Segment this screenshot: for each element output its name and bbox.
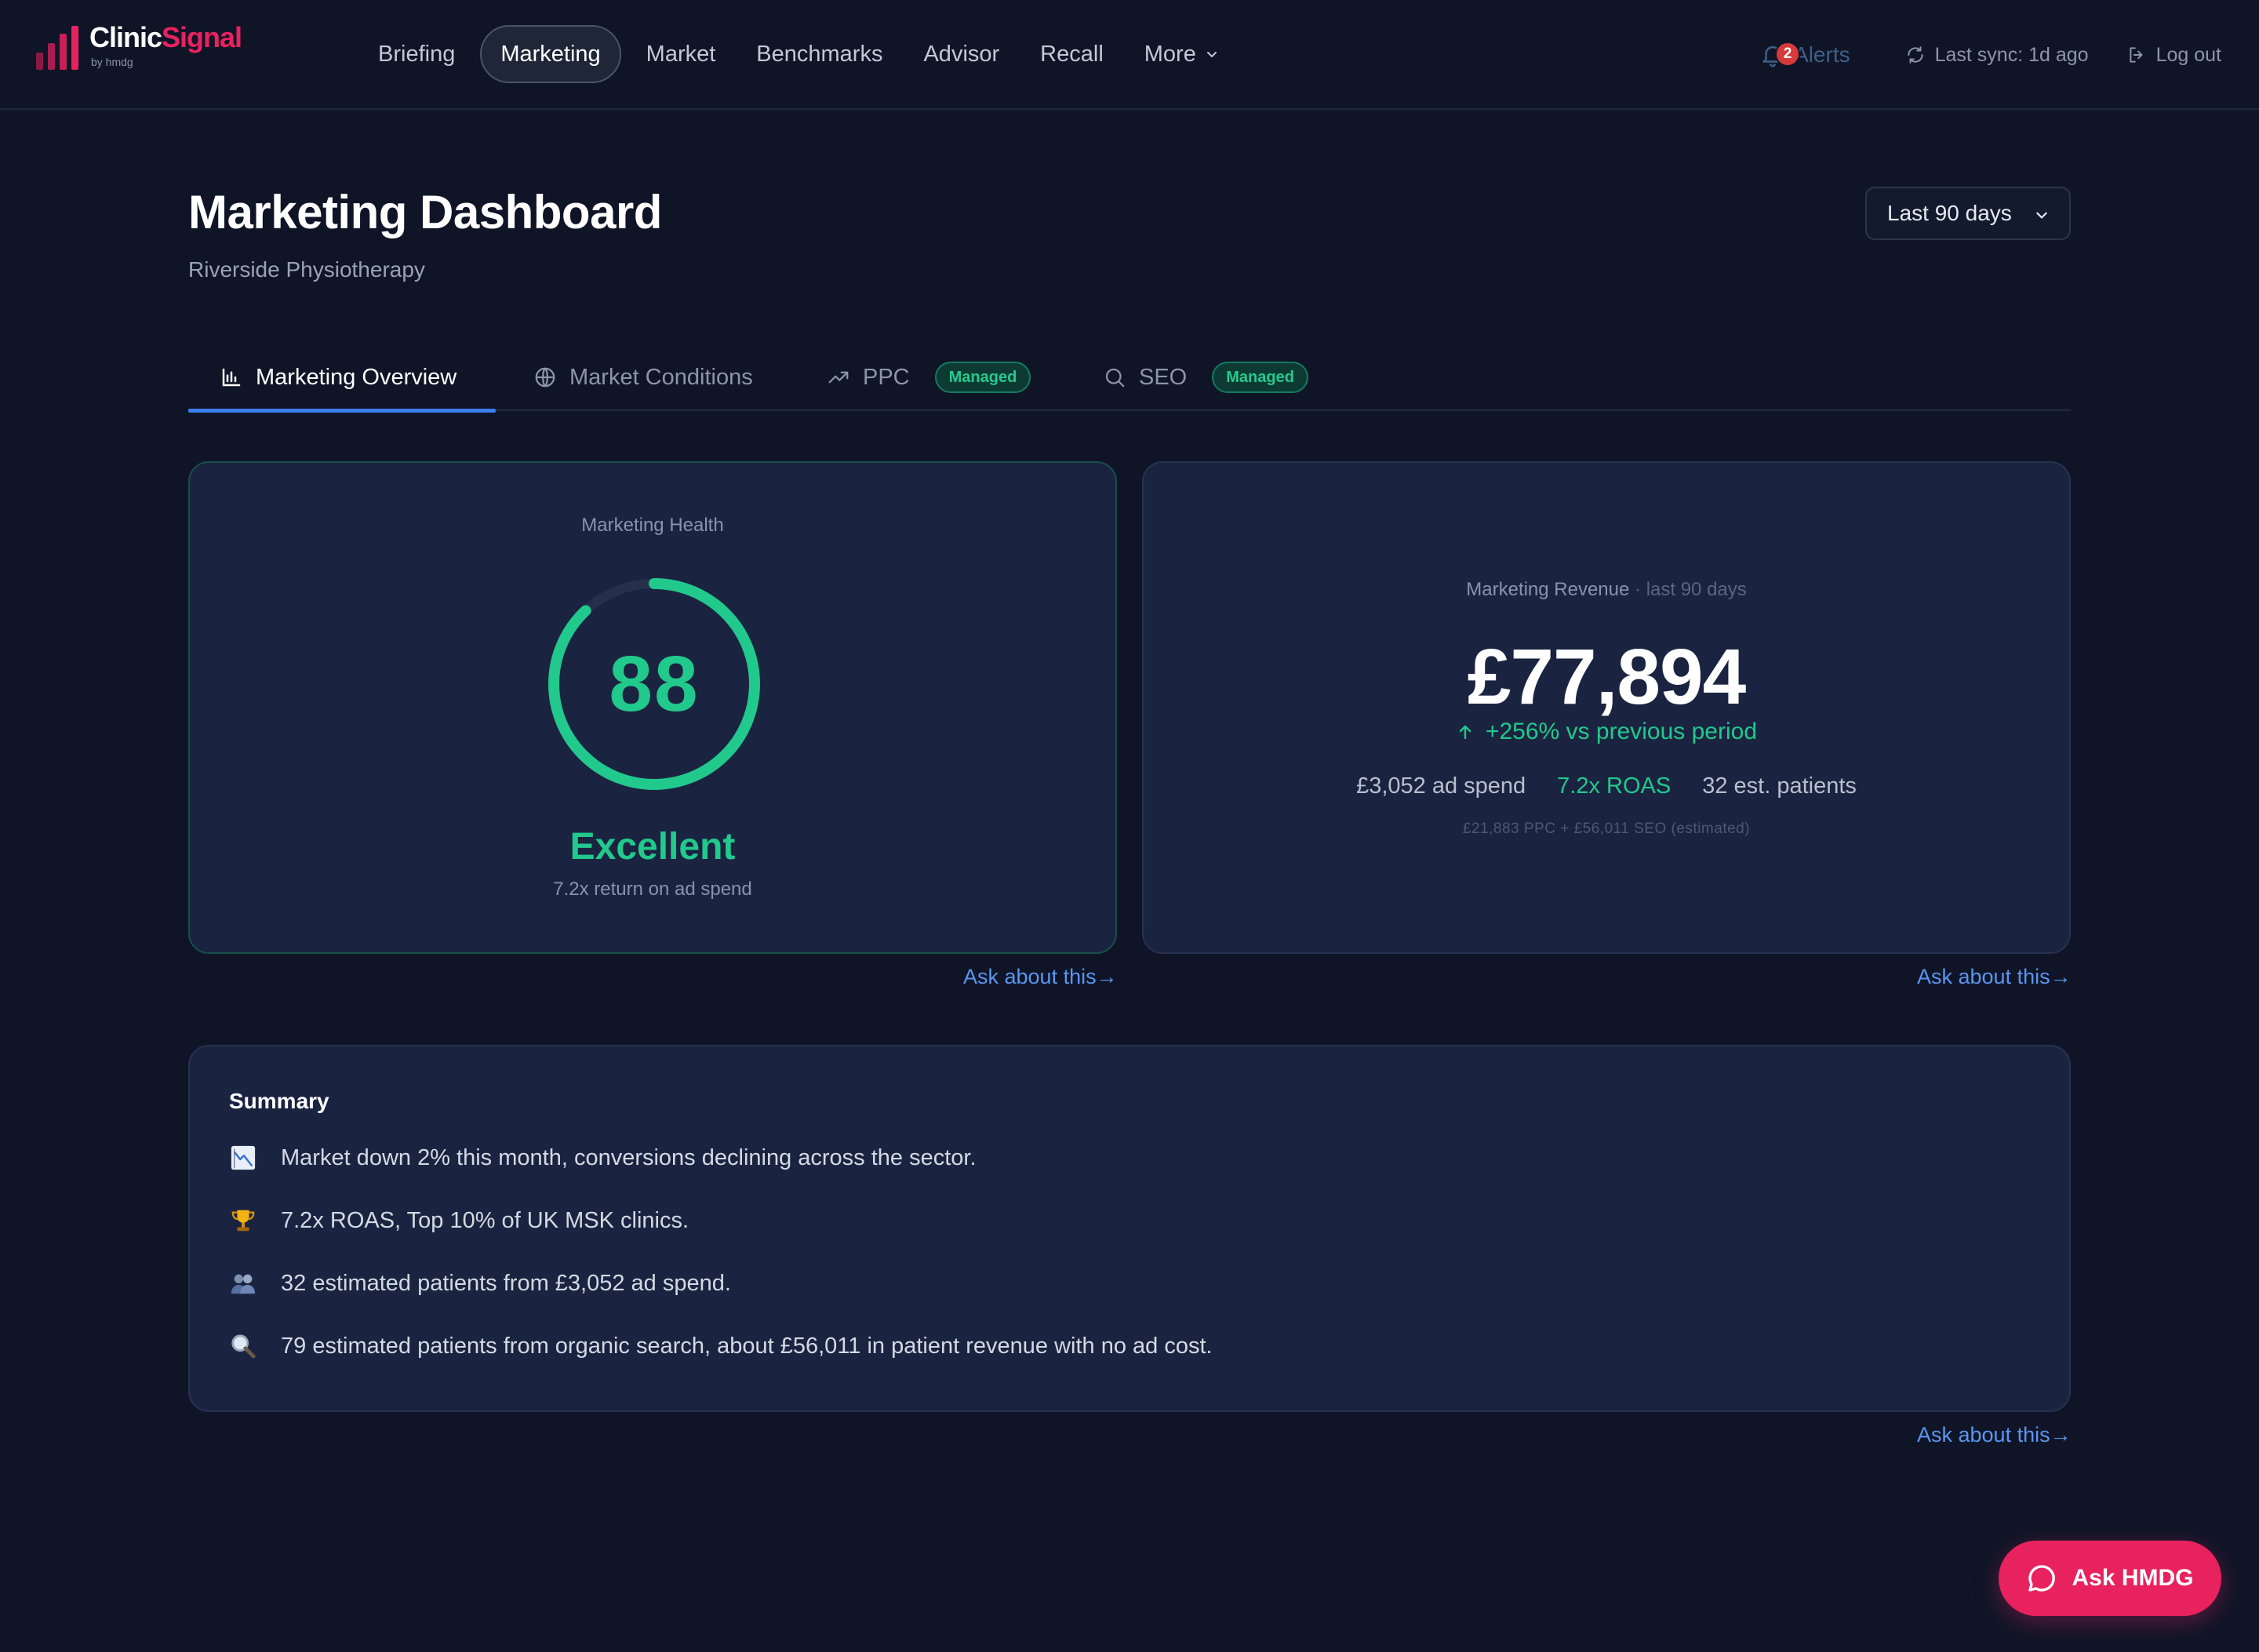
revenue-breakdown: £21,883 PPC + £56,011 SEO (estimated) bbox=[1462, 821, 1751, 837]
revenue-change: +256% vs previous period bbox=[1144, 719, 2069, 745]
chat-bubble-icon bbox=[2028, 1565, 2056, 1592]
search-icon bbox=[1105, 368, 1125, 388]
top-navigation-bar: ClinicSignal by hmdg Briefing Marketing … bbox=[0, 0, 2259, 110]
patients-stat: 32 est. patients bbox=[1702, 773, 1857, 799]
nav-item-briefing[interactable]: Briefing bbox=[358, 25, 475, 83]
summary-card: Summary Market down 2% this month, conve… bbox=[188, 1045, 2071, 1412]
summary-item: 32 estimated patients from £3,052 ad spe… bbox=[229, 1269, 731, 1297]
logout-icon bbox=[2130, 47, 2143, 63]
top-right-actions: 2 Alerts Last sync: 1d ago Log out bbox=[1759, 31, 2221, 78]
logout-label: Log out bbox=[2155, 43, 2221, 66]
ask-hmdg-button[interactable]: Ask HMDG bbox=[1999, 1541, 2221, 1616]
people-icon bbox=[229, 1269, 257, 1297]
marketing-health-card: Marketing Health 88 Excellent 7.2x retur… bbox=[188, 461, 1117, 954]
managed-badge: Managed bbox=[934, 362, 1031, 393]
revenue-label: Marketing Revenue bbox=[1466, 579, 1630, 600]
tab-label: PPC bbox=[863, 364, 910, 390]
tab-market-conditions[interactable]: Market Conditions bbox=[533, 344, 753, 411]
summary-item: 79 estimated patients from organic searc… bbox=[229, 1332, 1213, 1360]
health-label: Marketing Health bbox=[581, 515, 724, 536]
tab-label: Market Conditions bbox=[569, 364, 753, 390]
tab-marketing-overview[interactable]: Marketing Overview bbox=[188, 344, 496, 413]
logo-wordmark: ClinicSignal bbox=[89, 21, 242, 53]
summary-item-text: 7.2x ROAS, Top 10% of UK MSK clinics. bbox=[281, 1207, 689, 1233]
sync-label: Last sync: 1d ago bbox=[1934, 43, 2089, 66]
ask-about-summary-link[interactable]: Ask about this→ bbox=[1917, 1423, 2072, 1447]
ad-spend-stat: £3,052 ad spend bbox=[1356, 773, 1526, 799]
arrow-up-icon bbox=[1459, 725, 1471, 740]
nav-item-advisor[interactable]: Advisor bbox=[903, 25, 1020, 83]
nav-more-label: More bbox=[1144, 42, 1196, 67]
clinic-name: Riverside Physiotherapy bbox=[188, 257, 425, 282]
health-status: Excellent bbox=[569, 826, 736, 868]
trophy-icon bbox=[229, 1206, 257, 1235]
tab-label: SEO bbox=[1139, 364, 1188, 390]
revenue-stats: £3,052 ad spend 7.2x ROAS 32 est. patien… bbox=[1144, 773, 2069, 799]
nav-item-market[interactable]: Market bbox=[626, 25, 737, 83]
logout-button[interactable]: Log out bbox=[2126, 44, 2221, 67]
summary-item-text: Market down 2% this month, conversions d… bbox=[281, 1144, 977, 1170]
revenue-change-text: +256% vs previous period bbox=[1485, 719, 1758, 744]
refresh-icon bbox=[1907, 46, 1923, 64]
date-range-value: Last 90 days bbox=[1887, 201, 2012, 225]
revenue-period: · last 90 days bbox=[1635, 579, 1747, 600]
health-note: 7.2x return on ad spend bbox=[553, 879, 752, 900]
roas-stat: 7.2x ROAS bbox=[1557, 773, 1672, 799]
health-score-value: 88 bbox=[609, 639, 700, 728]
tab-label: Marketing Overview bbox=[256, 364, 457, 390]
clinicsignal-logo[interactable]: ClinicSignal by hmdg bbox=[36, 24, 242, 80]
page-title: Marketing Dashboard bbox=[188, 186, 662, 238]
nav-item-recall[interactable]: Recall bbox=[1020, 25, 1124, 83]
magnifier-icon bbox=[229, 1332, 257, 1360]
trending-up-icon bbox=[828, 371, 849, 384]
date-range-select[interactable]: Last 90 days bbox=[1865, 187, 2071, 240]
chevron-down-icon bbox=[1206, 52, 1217, 57]
chevron-down-icon bbox=[2036, 212, 2047, 219]
nav-item-marketing[interactable]: Marketing bbox=[480, 25, 621, 83]
nav-item-more[interactable]: More bbox=[1124, 25, 1239, 83]
sync-status[interactable]: Last sync: 1d ago bbox=[1905, 44, 2089, 67]
summary-item-text: 32 estimated patients from £3,052 ad spe… bbox=[281, 1270, 731, 1296]
logo-subtitle: by hmdg bbox=[91, 56, 133, 68]
summary-item: Market down 2% this month, conversions d… bbox=[229, 1144, 977, 1172]
alerts-button[interactable]: 2 Alerts bbox=[1759, 42, 1850, 68]
ask-about-revenue-link[interactable]: Ask about this→ bbox=[1917, 965, 2072, 989]
tab-seo[interactable]: SEO Managed bbox=[1103, 344, 1308, 411]
summary-item-text: 79 estimated patients from organic searc… bbox=[281, 1333, 1213, 1359]
nav-item-benchmarks[interactable]: Benchmarks bbox=[736, 25, 903, 83]
marketing-revenue-card: Marketing Revenue · last 90 days £77,894… bbox=[1142, 461, 2071, 954]
managed-badge: Managed bbox=[1212, 362, 1308, 393]
ask-hmdg-label: Ask HMDG bbox=[2072, 1565, 2194, 1591]
bar-chart-icon bbox=[222, 368, 241, 387]
alerts-label: Alerts bbox=[1794, 42, 1850, 67]
alerts-count-badge: 2 bbox=[1775, 42, 1801, 67]
revenue-value: £77,894 bbox=[1467, 633, 1746, 721]
logo-bars-icon bbox=[36, 26, 78, 70]
revenue-label-row: Marketing Revenue · last 90 days bbox=[1144, 579, 2069, 601]
summary-title: Summary bbox=[229, 1089, 329, 1113]
ask-about-health-link[interactable]: Ask about this→ bbox=[963, 965, 1118, 989]
tab-ppc[interactable]: PPC Managed bbox=[827, 344, 1031, 411]
dashboard-tabs: Marketing Overview Market Conditions PPC… bbox=[188, 344, 2071, 413]
globe-icon bbox=[535, 367, 555, 388]
main-nav: Briefing Marketing Market Benchmarks Adv… bbox=[358, 25, 1239, 83]
chart-down-icon bbox=[229, 1144, 257, 1172]
summary-item: 7.2x ROAS, Top 10% of UK MSK clinics. bbox=[229, 1206, 689, 1235]
